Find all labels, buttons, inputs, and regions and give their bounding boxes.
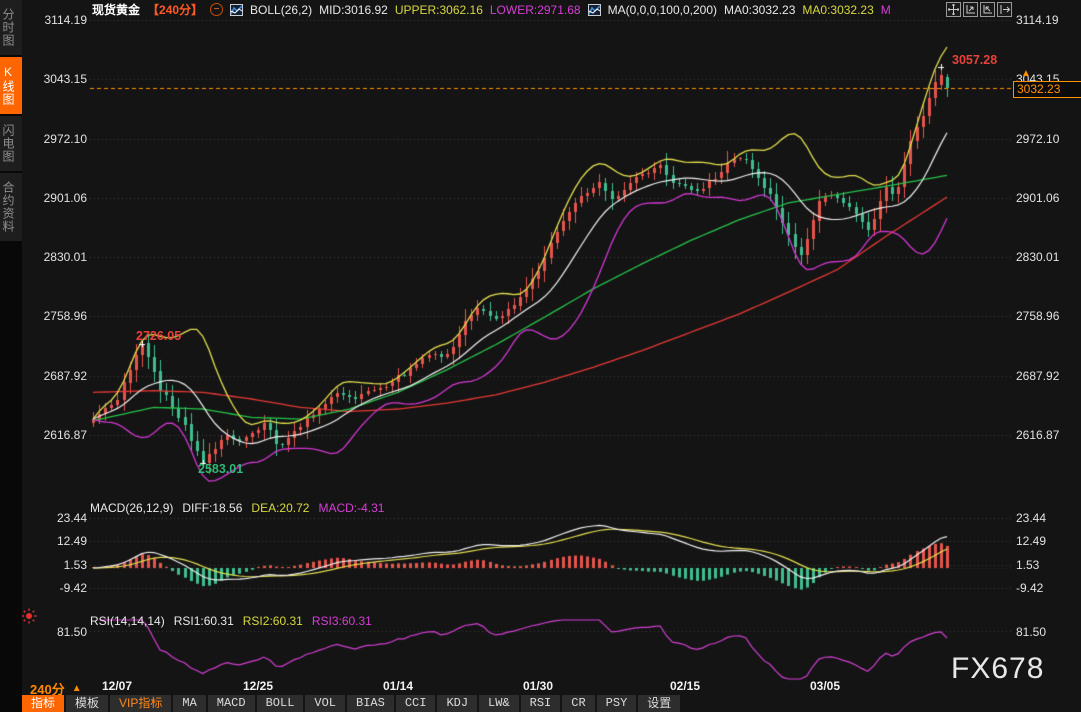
y-axis-label: 2830.01: [1016, 249, 1059, 265]
y-axis-label: 2758.96: [28, 308, 87, 324]
swing-high-annotation: 2726.05: [136, 329, 181, 343]
tab-boll[interactable]: BOLL: [257, 695, 304, 712]
pan-mode-button[interactable]: [946, 2, 961, 17]
x-axis-date: 03/05: [795, 679, 855, 693]
y-axis-label: 3043.15: [28, 71, 87, 87]
x-axis-date: 12/07: [87, 679, 147, 693]
macd-panel-header: MACD(26,12,9) DIFF:18.56 DEA:20.72 MACD:…: [90, 501, 384, 515]
sidebar-item-time-chart[interactable]: 分时图: [0, 0, 22, 55]
x-axis-date: 12/25: [228, 679, 288, 693]
fx678-watermark: FX678: [951, 652, 1044, 686]
y-axis-label: 3114.19: [1016, 12, 1059, 28]
ma-label: MA(0,0,0,100,0,200): [608, 3, 717, 17]
tab-kdj[interactable]: KDJ: [437, 695, 477, 712]
tab-vip-indicator[interactable]: VIP指标: [110, 695, 171, 712]
macd-axis-label: 23.44: [1016, 510, 1046, 526]
x-axis-date: 01/30: [508, 679, 568, 693]
ma0-yellow-value: MA0:3032.23: [802, 3, 873, 17]
x-axis-date: 02/15: [655, 679, 715, 693]
ma-truncated-value: M: [881, 3, 891, 17]
macd-axis-label: 23.44: [28, 510, 87, 526]
tab-psy[interactable]: PSY: [597, 695, 637, 712]
chart-header: 现货黄金 【240分】 − BOLL(26,2) MID:3016.92 UPP…: [92, 2, 891, 17]
macd-axis-label: 1.53: [28, 557, 87, 573]
sidebar-item-lightning-chart[interactable]: 闪电图: [0, 116, 22, 171]
alert-dot-icon[interactable]: [20, 607, 38, 625]
tab-rsi[interactable]: RSI: [521, 695, 561, 712]
y-axis-label: 2901.06: [1016, 190, 1059, 206]
macd-axis-label: -9.42: [1016, 580, 1043, 596]
y-axis-label: 2758.96: [1016, 308, 1059, 324]
macd-diff-value: DIFF:18.56: [182, 501, 242, 515]
tab-cci[interactable]: CCI: [396, 695, 436, 712]
tab-template[interactable]: 模板: [66, 695, 108, 712]
price-tag-arrow: ▲: [1021, 68, 1031, 79]
rsi2-value: RSI2:60.31: [243, 614, 303, 628]
tab-cr[interactable]: CR: [562, 695, 594, 712]
tab-ma[interactable]: MA: [173, 695, 205, 712]
zoom-out-button[interactable]: [963, 2, 978, 17]
rsi-axis-label: 81.50: [28, 624, 87, 640]
collapse-icon[interactable]: −: [210, 3, 223, 16]
x-axis-date: 01/14: [368, 679, 428, 693]
tab-macd[interactable]: MACD: [208, 695, 255, 712]
macd-dea-value: DEA:20.72: [251, 501, 309, 515]
rsi-axis-label: 81.50: [1016, 624, 1046, 640]
y-axis-label: 2687.92: [28, 368, 87, 384]
y-axis-label: 2687.92: [1016, 368, 1059, 384]
y-axis-label: 3114.19: [28, 12, 87, 28]
tab-indicator[interactable]: 指标: [22, 695, 64, 712]
boll-label: BOLL(26,2): [250, 3, 312, 17]
rsi3-value: RSI3:60.31: [312, 614, 372, 628]
sidebar-filler: [0, 243, 22, 712]
ma0-white-value: MA0:3032.23: [724, 3, 795, 17]
current-price-tag: 3032.23: [1013, 81, 1081, 98]
macd-macd-value: MACD:-4.31: [318, 501, 384, 515]
period-arrow-icon: ▲: [72, 683, 82, 694]
zoom-in-button[interactable]: [980, 2, 995, 17]
period-badge: 【240分】: [147, 1, 203, 18]
tab-vol[interactable]: VOL: [305, 695, 345, 712]
rsi1-value: RSI1:60.31: [174, 614, 234, 628]
trading-app: 分时图 K线图 闪电图 合约资料 现货黄金 【240分】 − BOLL(26,2…: [0, 0, 1081, 712]
macd-axis-label: -9.42: [28, 580, 87, 596]
boll-upper-value: UPPER:3062.16: [395, 3, 483, 17]
rsi-panel-header: RSI(14,14,14) RSI1:60.31 RSI2:60.31 RSI3…: [90, 614, 372, 628]
macd-axis-label: 1.53: [1016, 557, 1039, 573]
indicator-toolbar: 指标 模板 VIP指标 MA MACD BOLL VOL BIAS CCI KD…: [22, 695, 682, 712]
boll-indicator-icon[interactable]: [230, 4, 243, 16]
boll-lower-value: LOWER:2971.68: [490, 3, 581, 17]
rsi-title: RSI(14,14,14): [90, 614, 165, 628]
tab-lwr[interactable]: LW&: [479, 695, 519, 712]
macd-axis-label: 12.49: [28, 533, 87, 549]
high-annotation: 3057.28: [952, 53, 997, 67]
y-axis-label: 2901.06: [28, 190, 87, 206]
macd-title: MACD(26,12,9): [90, 501, 173, 515]
sidebar-item-contract-info[interactable]: 合约资料: [0, 173, 22, 241]
chart-canvas[interactable]: [0, 0, 1081, 712]
sidebar-item-kline-chart[interactable]: K线图: [0, 57, 22, 114]
y-axis-label: 2972.10: [28, 131, 87, 147]
ma-indicator-icon[interactable]: [588, 4, 601, 16]
tab-bias[interactable]: BIAS: [347, 695, 394, 712]
sidebar: 分时图 K线图 闪电图 合约资料: [0, 0, 22, 712]
chart-toolbuttons: [946, 2, 1012, 17]
symbol-name: 现货黄金: [92, 1, 140, 18]
y-axis-label: 2830.01: [28, 249, 87, 265]
y-axis-label: 2616.87: [28, 427, 87, 443]
pan-right-button[interactable]: [997, 2, 1012, 17]
macd-axis-label: 12.49: [1016, 533, 1046, 549]
low-annotation: 2583.01: [198, 462, 243, 476]
y-axis-label: 2972.10: [1016, 131, 1059, 147]
boll-mid-value: MID:3016.92: [319, 3, 388, 17]
y-axis-label: 2616.87: [1016, 427, 1059, 443]
tab-settings[interactable]: 设置: [638, 695, 680, 712]
